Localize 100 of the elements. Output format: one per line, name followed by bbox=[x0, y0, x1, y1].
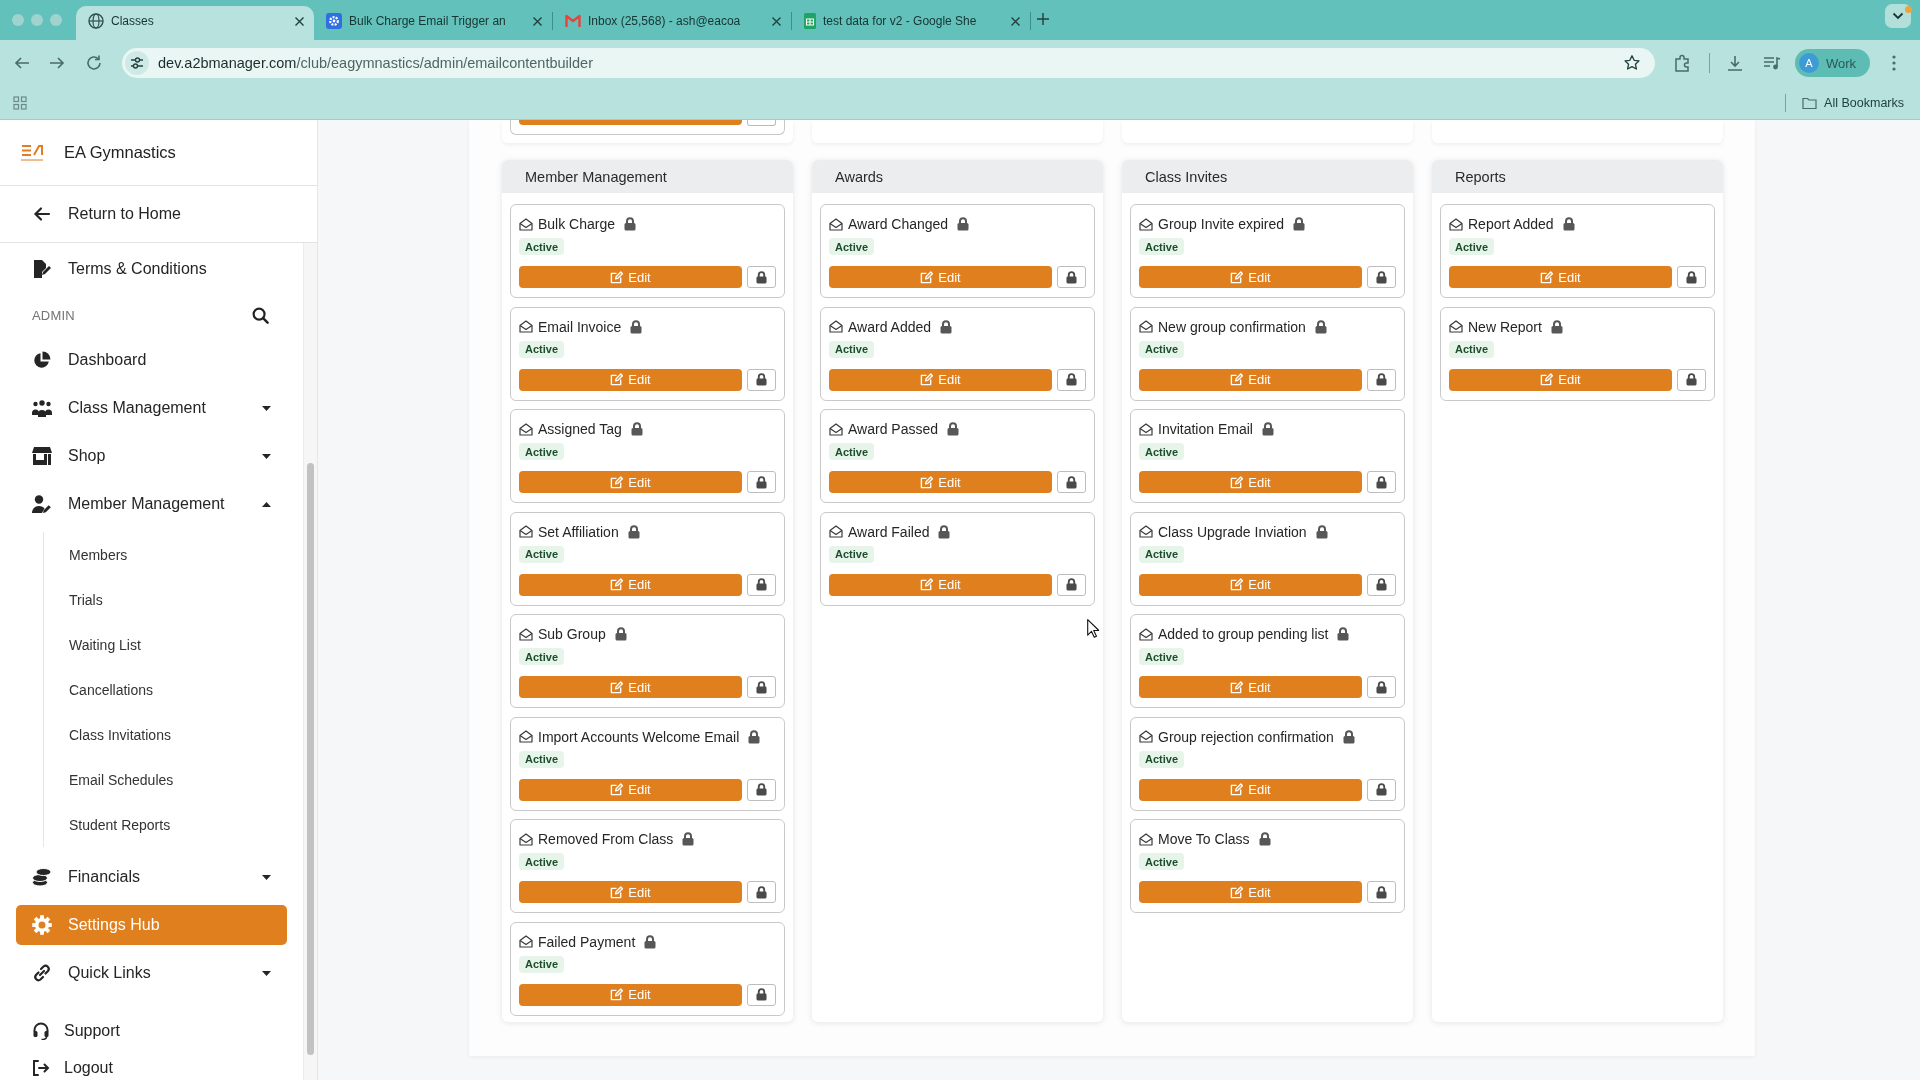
lock-button[interactable] bbox=[1367, 471, 1396, 493]
status-badge: Active bbox=[1139, 853, 1185, 870]
status-badge: Active bbox=[1139, 443, 1185, 460]
lock-button[interactable] bbox=[747, 676, 776, 698]
lock-button[interactable] bbox=[747, 471, 776, 493]
envelope-open-icon bbox=[519, 525, 533, 538]
sidebar-link[interactable]: Financials bbox=[16, 857, 287, 897]
status-badge: Active bbox=[1139, 545, 1185, 563]
sidebar-link[interactable]: Dashboard bbox=[16, 340, 287, 380]
brand-logo bbox=[20, 142, 44, 163]
brand-name: EA Gymnastics bbox=[64, 143, 176, 162]
template-title: Award Passed bbox=[848, 421, 938, 437]
submenu-link[interactable]: Email Schedules bbox=[69, 757, 174, 802]
lock-button[interactable] bbox=[747, 983, 776, 1006]
bookmark-star-icon[interactable] bbox=[1623, 54, 1641, 72]
template-title: Award Changed bbox=[848, 216, 949, 232]
status-badge: Active bbox=[519, 443, 565, 460]
sidebar-link[interactable]: Terms & Conditions bbox=[16, 249, 287, 289]
envelope-open-icon bbox=[519, 832, 533, 846]
pen-square-icon bbox=[920, 373, 934, 386]
playlist-icon[interactable] bbox=[1762, 54, 1782, 72]
sidebar-link[interactable]: Support bbox=[32, 1013, 121, 1049]
apps-grid-icon[interactable] bbox=[13, 95, 27, 110]
status-badge: Active bbox=[519, 853, 565, 870]
lock-button[interactable] bbox=[1057, 368, 1086, 391]
template-title: Invitation Email bbox=[1158, 421, 1253, 437]
column-header: Member Management bbox=[502, 160, 793, 193]
lock-button[interactable] bbox=[1057, 573, 1086, 596]
template-title: Failed Payment bbox=[538, 933, 636, 950]
envelope-open-icon bbox=[829, 525, 843, 538]
menu-icon[interactable] bbox=[1892, 55, 1897, 71]
template-title: Report Added bbox=[1468, 216, 1554, 232]
sidebar-link[interactable]: Logout bbox=[32, 1055, 113, 1080]
status-badge: Active bbox=[1139, 750, 1185, 768]
browser-tab[interactable]: Inbox (25,568) - ash@eacoa bbox=[553, 6, 791, 40]
address-bar[interactable]: dev.a2bmanager.com/club/eagymnastics/admin/emailcontentbuilder bbox=[122, 48, 1655, 78]
pen-square-icon bbox=[610, 783, 624, 796]
browser-tab[interactable]: test data for v2 - Google She bbox=[792, 6, 1030, 40]
notification-dot-icon bbox=[1905, 6, 1912, 13]
lock-button[interactable] bbox=[747, 266, 776, 288]
pen-square-icon bbox=[1230, 475, 1244, 489]
sidebar-link[interactable]: Shop bbox=[16, 436, 287, 476]
pen-square-icon bbox=[1230, 680, 1244, 694]
envelope-open-icon bbox=[1449, 320, 1463, 333]
new-tab-icon[interactable] bbox=[1036, 12, 1050, 26]
lock-button[interactable] bbox=[1057, 471, 1086, 493]
close-icon[interactable] bbox=[532, 15, 543, 27]
lock-button[interactable] bbox=[1677, 266, 1706, 288]
reload-icon[interactable] bbox=[84, 53, 104, 73]
browser-tab[interactable]: Classes bbox=[76, 6, 314, 40]
lock-button[interactable] bbox=[747, 778, 776, 801]
template-title: Award Failed bbox=[848, 523, 930, 540]
lock-button[interactable] bbox=[1367, 881, 1396, 903]
lock-button[interactable] bbox=[747, 881, 776, 903]
pen-square-icon bbox=[920, 270, 934, 284]
chevron-down-icon bbox=[1892, 12, 1904, 20]
sidebar-link[interactable]: Quick Links bbox=[16, 953, 287, 993]
search-icon[interactable] bbox=[252, 307, 269, 324]
lock-button[interactable] bbox=[747, 573, 776, 596]
template-title: Bulk Charge bbox=[538, 216, 616, 232]
lock-button[interactable] bbox=[1057, 266, 1086, 288]
bookmarks-folder-button[interactable]: All Bookmarks bbox=[1796, 90, 1906, 115]
envelope-open-icon bbox=[829, 217, 843, 231]
site-settings-icon[interactable] bbox=[125, 51, 149, 75]
submenu-link[interactable]: Trials bbox=[69, 577, 103, 622]
lock-button[interactable] bbox=[1367, 573, 1396, 596]
download-icon[interactable] bbox=[1726, 54, 1744, 72]
submenu-link[interactable]: Cancellations bbox=[69, 667, 154, 712]
sidebar-link[interactable]: Class Management bbox=[16, 388, 287, 428]
template-title: Sub Group bbox=[538, 626, 606, 642]
lock-button[interactable] bbox=[747, 368, 776, 391]
close-icon[interactable] bbox=[1010, 15, 1021, 27]
gear-icon bbox=[32, 915, 52, 935]
pen-square-icon bbox=[610, 578, 624, 591]
close-icon[interactable] bbox=[294, 15, 305, 27]
pen-square-icon bbox=[1540, 270, 1554, 284]
section-label: ADMIN bbox=[32, 308, 75, 323]
profile-button[interactable]: A Work bbox=[1795, 49, 1871, 77]
pen-square-icon bbox=[1230, 885, 1244, 899]
submenu-link[interactable]: Members bbox=[69, 532, 128, 577]
browser-tab[interactable]: Bulk Charge Email Trigger an bbox=[314, 6, 552, 40]
envelope-open-icon bbox=[1449, 217, 1463, 231]
lock-button[interactable] bbox=[1677, 368, 1706, 391]
scrollbar-thumb[interactable] bbox=[307, 463, 314, 1055]
pen-square-icon bbox=[610, 680, 624, 694]
return-home-link[interactable]: Return to Home bbox=[16, 194, 287, 234]
user-pen-icon bbox=[32, 495, 52, 513]
lock-button[interactable] bbox=[1367, 266, 1396, 288]
submenu-link[interactable]: Class Invitations bbox=[69, 712, 171, 757]
lock-button[interactable] bbox=[1367, 778, 1396, 801]
tab-search-button[interactable] bbox=[1885, 4, 1911, 28]
sidebar-link[interactable]: Member Management bbox=[16, 484, 287, 524]
submenu-link[interactable]: Waiting List bbox=[69, 622, 141, 667]
close-icon[interactable] bbox=[771, 15, 782, 27]
lock-button[interactable] bbox=[1367, 676, 1396, 698]
status-badge: Active bbox=[519, 545, 565, 563]
template-title: Assigned Tag bbox=[538, 421, 622, 437]
lock-button[interactable] bbox=[1367, 368, 1396, 391]
submenu-link[interactable]: Student Reports bbox=[69, 802, 171, 847]
logout-icon bbox=[32, 1058, 50, 1077]
